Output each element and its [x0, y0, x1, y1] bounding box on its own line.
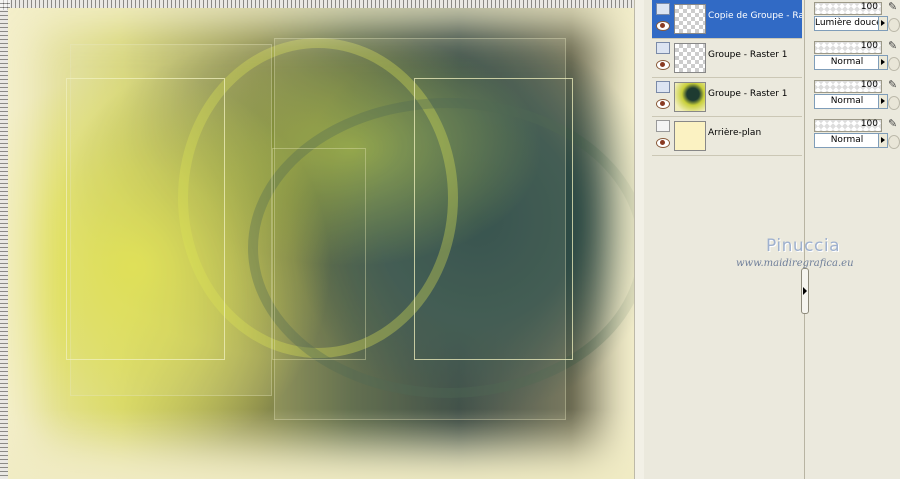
chevron-right-icon[interactable] — [878, 94, 888, 109]
opacity-slider[interactable]: 100 — [814, 80, 882, 93]
layer-props-row: 100 Lumière douce ✎ — [812, 0, 900, 38]
lock-icon[interactable] — [888, 96, 900, 110]
opacity-slider[interactable]: 100 — [814, 41, 882, 54]
group-icon[interactable] — [656, 3, 670, 15]
layer-props-row: 100 Normal ✎ — [812, 78, 900, 116]
chevron-right-icon[interactable] — [878, 55, 888, 70]
opacity-slider[interactable]: 100 — [814, 2, 882, 15]
layer-row-groupe-raster-1[interactable]: Groupe - Raster 1 — [652, 39, 802, 78]
watermark-title: Pinuccia — [766, 236, 840, 256]
group-icon[interactable] — [656, 42, 670, 54]
bottom-fade — [8, 409, 634, 479]
lock-icon[interactable] — [888, 57, 900, 71]
layer-row-arriere-plan[interactable]: Arrière-plan — [652, 117, 802, 156]
layer-props-row: 100 Normal ✎ — [812, 39, 900, 77]
opacity-value: 100 — [860, 119, 878, 129]
brush-icon[interactable]: ✎ — [888, 39, 898, 53]
layer-row-copie-groupe[interactable]: Copie de Groupe - Raster 1 — [652, 0, 802, 39]
blend-mode-select[interactable]: Normal — [814, 133, 880, 148]
brush-icon[interactable]: ✎ — [888, 78, 898, 92]
artwork-image — [8, 8, 634, 479]
opacity-value: 100 — [860, 80, 878, 90]
layer-props-row: 100 Normal ✎ — [812, 117, 900, 155]
layer-thumbnail — [674, 4, 706, 34]
watermark-url: www.maidiregrafica.eu — [736, 258, 854, 269]
layer-thumbnail — [674, 43, 706, 73]
layer-name: Groupe - Raster 1 — [708, 89, 788, 99]
visibility-eye-icon[interactable] — [656, 99, 670, 109]
opacity-slider[interactable]: 100 — [814, 119, 882, 132]
layer-thumbnail — [674, 82, 706, 112]
opacity-value: 100 — [860, 41, 878, 51]
panel-collapse-handle[interactable] — [801, 268, 809, 314]
lock-icon[interactable] — [888, 135, 900, 149]
layer-thumbnail — [674, 121, 706, 151]
visibility-eye-icon[interactable] — [656, 138, 670, 148]
brush-icon[interactable]: ✎ — [888, 117, 898, 131]
lock-icon[interactable] — [888, 18, 900, 32]
layer-icon[interactable] — [656, 120, 670, 132]
chevron-right-icon[interactable] — [878, 133, 888, 148]
layer-name: Arrière-plan — [708, 128, 762, 138]
visibility-eye-icon[interactable] — [656, 60, 670, 70]
blend-mode-select[interactable]: Lumière douce — [814, 16, 880, 31]
visibility-eye-icon[interactable] — [656, 21, 670, 31]
layer-row-groupe-raster-1b[interactable]: Groupe - Raster 1 — [652, 78, 802, 117]
layer-name: Copie de Groupe - Raster 1 — [708, 11, 802, 21]
blend-mode-select[interactable]: Normal — [814, 55, 880, 70]
blend-mode-select[interactable]: Normal — [814, 94, 880, 109]
opacity-value: 100 — [860, 2, 878, 12]
group-icon[interactable] — [656, 81, 670, 93]
brush-icon[interactable]: ✎ — [888, 0, 898, 14]
chevron-right-icon[interactable] — [878, 16, 888, 31]
image-canvas[interactable] — [0, 0, 642, 479]
layer-name: Groupe - Raster 1 — [708, 50, 788, 60]
